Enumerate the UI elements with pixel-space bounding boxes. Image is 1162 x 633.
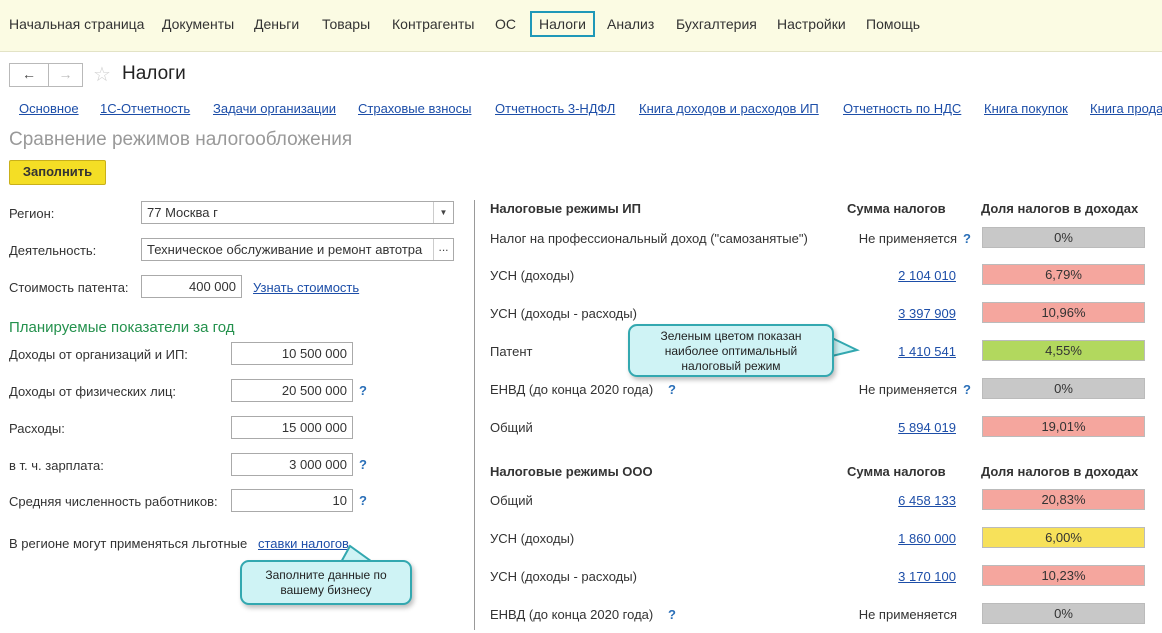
tab-insurance[interactable]: Страховые взносы (358, 101, 471, 116)
tax-share-bar: 20,83% (982, 489, 1145, 510)
region-label: Регион: (9, 206, 55, 221)
tax-share-bar: 4,55% (982, 340, 1145, 361)
tab-main[interactable]: Основное (19, 101, 79, 116)
favorite-star-icon[interactable]: ☆ (93, 62, 111, 87)
menu-item-settings[interactable]: Настройки (777, 16, 846, 32)
ooo-header-name: Налоговые режимы ООО (490, 464, 653, 479)
help-icon[interactable]: ? (359, 457, 367, 472)
page-title: Налоги (122, 63, 186, 84)
help-icon[interactable]: ? (359, 383, 367, 398)
salary-label: в т. ч. зарплата: (9, 458, 104, 473)
patent-cost-input[interactable]: 400 000 (141, 275, 242, 298)
menu-item-goods[interactable]: Товары (322, 16, 370, 32)
chevron-down-icon[interactable]: ▼ (433, 202, 453, 223)
expenses-input[interactable]: 15 000 000 (231, 416, 353, 439)
ooo-header-sum: Сумма налогов (847, 464, 946, 479)
tax-sum-link[interactable]: 5 894 019 (846, 420, 956, 435)
choose-button[interactable]: ... (433, 239, 453, 260)
tab-org-tasks[interactable]: Задачи организации (213, 101, 336, 116)
sum-not-applicable: Не применяется (858, 607, 957, 622)
regime-name: УСН (доходы) (490, 531, 575, 546)
expenses-label: Расходы: (9, 421, 65, 436)
fill-button[interactable]: Заполнить (9, 160, 106, 185)
regime-name: Патент (490, 344, 533, 359)
ip-header-name: Налоговые режимы ИП (490, 201, 641, 216)
income-org-label: Доходы от организаций и ИП: (9, 347, 188, 362)
income-ind-input[interactable]: 20 500 000 (231, 379, 353, 402)
regime-name: Общий (490, 420, 533, 435)
tax-sum-link[interactable]: 3 170 100 (846, 569, 956, 584)
tab-income-book[interactable]: Книга доходов и расходов ИП (639, 101, 819, 116)
regime-name: УСН (доходы - расходы) (490, 306, 637, 321)
staff-label: Средняя численность работников: (9, 494, 218, 509)
tab-vat-reporting[interactable]: Отчетность по НДС (843, 101, 961, 116)
ip-header-sum: Сумма налогов (847, 201, 946, 216)
regime-name: Общий (490, 493, 533, 508)
planned-indicators-heading: Планируемые показатели за год (9, 319, 235, 336)
help-icon[interactable]: ? (668, 382, 676, 397)
tax-share-bar: 0% (982, 227, 1145, 248)
menu-item-counterparties[interactable]: Контрагенты (392, 16, 474, 32)
tax-sum-link[interactable]: 1 410 541 (846, 344, 956, 359)
region-select[interactable]: 77 Москва г ▼ (141, 201, 454, 224)
page-subtitle: Сравнение режимов налогообложения (9, 129, 353, 150)
staff-input[interactable]: 10 (231, 489, 353, 512)
regime-name: УСН (доходы - расходы) (490, 569, 637, 584)
menu-item-money[interactable]: Деньги (254, 16, 299, 32)
menu-item-analysis[interactable]: Анализ (607, 16, 654, 32)
tab-3ndfl[interactable]: Отчетность 3-НДФЛ (495, 101, 615, 116)
regime-name: Налог на профессиональный доход ("самоза… (490, 231, 808, 246)
sum-not-applicable: Не применяется (858, 231, 957, 246)
menu-item-home[interactable]: Начальная страница (9, 16, 144, 32)
region-value: 77 Москва г (147, 205, 218, 220)
income-org-input[interactable]: 10 500 000 (231, 342, 353, 365)
tax-share-bar: 19,01% (982, 416, 1145, 437)
forward-button[interactable]: → (48, 63, 83, 87)
tax-sum-link[interactable]: 2 104 010 (846, 268, 956, 283)
help-icon[interactable]: ? (668, 607, 676, 622)
activity-field[interactable]: Техническое обслуживание и ремонт автотр… (141, 238, 454, 261)
tax-sum-link[interactable]: 1 860 000 (846, 531, 956, 546)
income-ind-label: Доходы от физических лиц: (9, 384, 177, 399)
help-icon[interactable]: ? (963, 231, 971, 246)
regime-name: ЕНВД (до конца 2020 года) (490, 382, 654, 397)
help-icon[interactable]: ? (963, 382, 971, 397)
rates-note: В регионе могут применяться льготные (9, 536, 248, 551)
back-button[interactable]: ← (9, 63, 49, 87)
fill-data-tooltip: Заполните данные по вашему бизнесу (240, 560, 412, 605)
tax-share-bar: 10,23% (982, 565, 1145, 586)
green-mode-tooltip: Зеленым цветом показан наиболее оптималь… (628, 324, 834, 377)
ooo-header-share: Доля налогов в доходах (981, 464, 1139, 479)
regime-name: УСН (доходы) (490, 268, 575, 283)
menu-item-help[interactable]: Помощь (866, 16, 920, 32)
activity-label: Деятельность: (9, 243, 97, 258)
tax-share-bar: 6,00% (982, 527, 1145, 548)
help-icon[interactable]: ? (359, 493, 367, 508)
tab-1c-reporting[interactable]: 1С-Отчетность (100, 101, 190, 116)
tax-sum-link[interactable]: 6 458 133 (846, 493, 956, 508)
sum-not-applicable: Не применяется (858, 382, 957, 397)
patent-cost-link[interactable]: Узнать стоимость (253, 280, 359, 295)
tax-share-bar: 6,79% (982, 264, 1145, 285)
tax-share-bar: 0% (982, 378, 1145, 399)
menu-item-taxes[interactable]: Налоги (530, 11, 595, 37)
tax-share-bar: 0% (982, 603, 1145, 624)
ip-header-share: Доля налогов в доходах (981, 201, 1139, 216)
tab-purchase-book[interactable]: Книга покупок (984, 101, 1068, 116)
menu-item-fixed-assets[interactable]: ОС (495, 16, 516, 32)
patent-cost-label: Стоимость патента: (9, 280, 129, 295)
vertical-divider (474, 200, 475, 630)
activity-value: Техническое обслуживание и ремонт автотр… (147, 242, 423, 257)
tax-rates-link[interactable]: ставки налогов (258, 536, 349, 551)
menu-item-accounting[interactable]: Бухгалтерия (676, 16, 757, 32)
tax-sum-link[interactable]: 3 397 909 (846, 306, 956, 321)
regime-name: ЕНВД (до конца 2020 года) (490, 607, 654, 622)
salary-input[interactable]: 3 000 000 (231, 453, 353, 476)
tax-share-bar: 10,96% (982, 302, 1145, 323)
tab-sales-book[interactable]: Книга прода (1090, 101, 1162, 116)
menu-item-documents[interactable]: Документы (162, 16, 234, 32)
top-menu: Начальная страница Документы Деньги Това… (0, 0, 1162, 52)
